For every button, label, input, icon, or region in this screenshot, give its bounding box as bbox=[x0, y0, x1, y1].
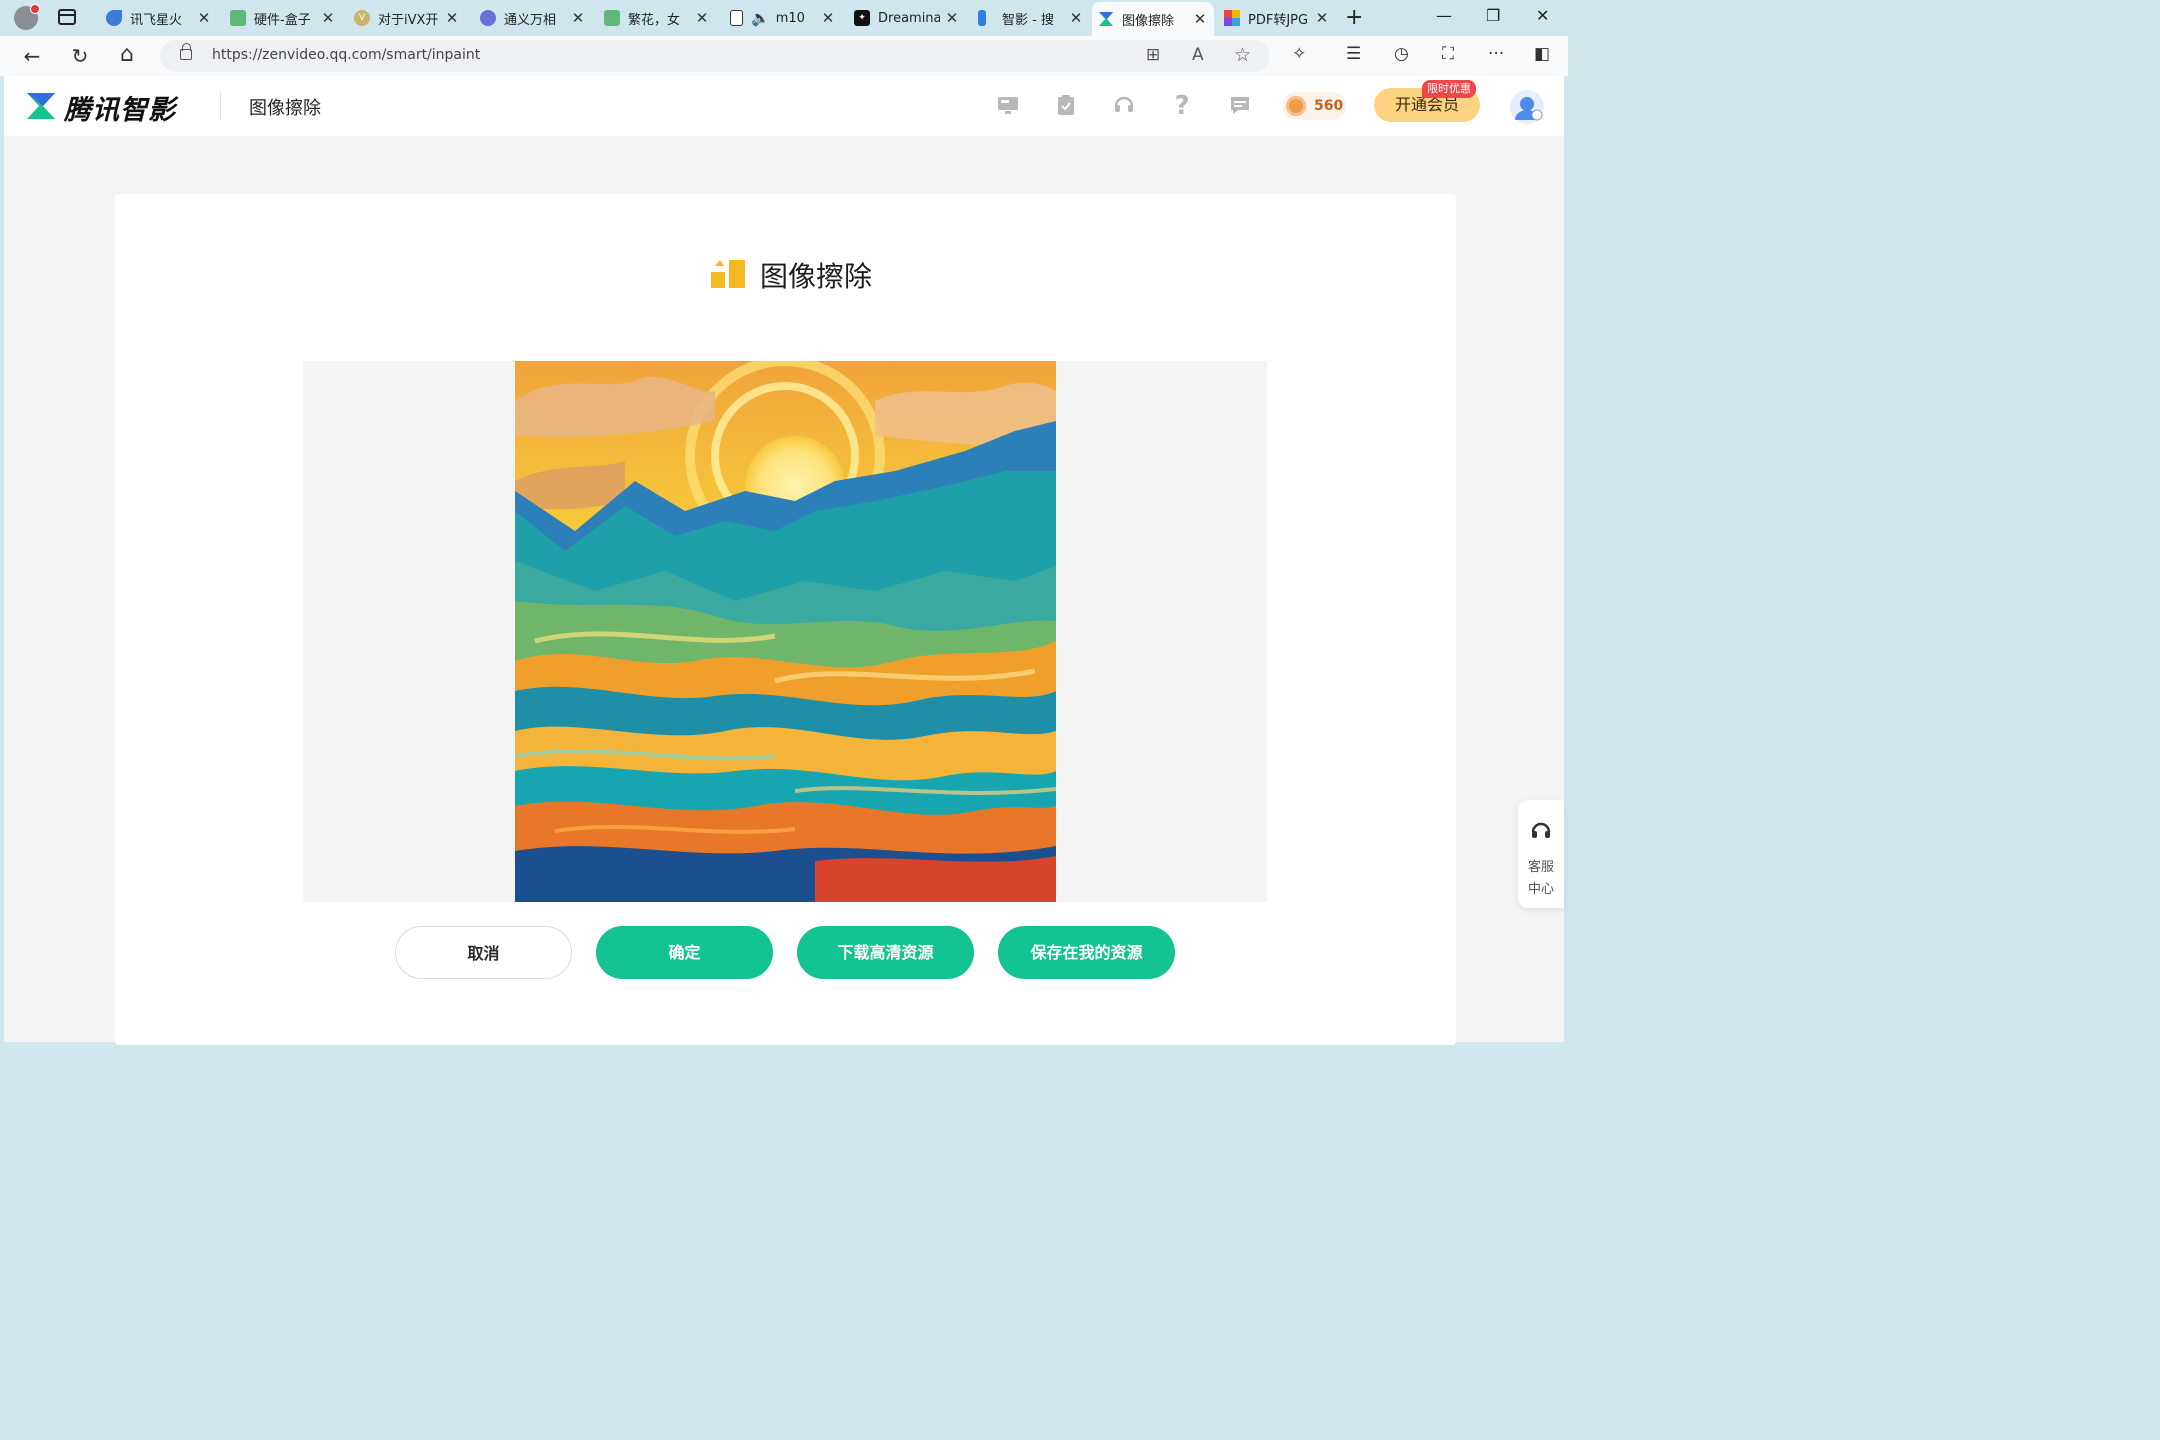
read-aloud-icon[interactable]: A bbox=[1192, 45, 1204, 65]
tab-close-icon[interactable]: ✕ bbox=[570, 9, 586, 27]
url-text[interactable]: https://zenvideo.qq.com/smart/inpaint bbox=[212, 47, 480, 63]
favorites-icon[interactable]: ☰ bbox=[1346, 44, 1361, 64]
screenshot-icon[interactable]: ⛶ bbox=[1442, 44, 1454, 64]
erase-tool-icon bbox=[711, 260, 745, 288]
zhiying-logo-icon[interactable] bbox=[26, 92, 56, 120]
help-icon[interactable]: ? bbox=[1170, 93, 1194, 119]
tab-zhiying-search[interactable]: 智影 - 搜 ✕ bbox=[972, 4, 1090, 32]
tab-favicon-icon bbox=[604, 10, 620, 26]
minimize-button[interactable]: — bbox=[1436, 6, 1452, 25]
more-icon[interactable]: ··· bbox=[1488, 44, 1504, 64]
new-tab-button[interactable]: + bbox=[1345, 5, 1363, 30]
tab-close-icon[interactable]: ✕ bbox=[820, 9, 836, 27]
brand-name[interactable]: 腾讯智影 bbox=[64, 88, 176, 127]
speaker-icon[interactable]: 🔈 bbox=[751, 9, 770, 27]
tab-favicon-icon bbox=[480, 10, 496, 26]
support-label-line2: 中心 bbox=[1527, 882, 1554, 897]
tab-favicon-icon bbox=[978, 10, 986, 26]
tab-fanhua[interactable]: 繁花，女 ✕ bbox=[598, 4, 716, 32]
tab-xunfei[interactable]: 讯飞星火 ✕ bbox=[100, 4, 218, 32]
browser-tab-strip: 讯飞星火 ✕ 硬件-盒子 ✕ V 对于iVX开 ✕ 通义万相 ✕ 繁花，女 ✕ … bbox=[0, 0, 1568, 36]
app-available-icon[interactable]: ⊞ bbox=[1146, 45, 1160, 65]
header-page-title: 图像擦除 bbox=[249, 98, 321, 119]
tab-tongyi[interactable]: 通义万相 ✕ bbox=[474, 4, 592, 32]
close-window-button[interactable]: ✕ bbox=[1536, 6, 1549, 25]
coin-balance[interactable]: 560 bbox=[1282, 92, 1346, 120]
lock-icon[interactable] bbox=[180, 43, 192, 60]
tab-pdf-to-jpg[interactable]: PDF转JPG ✕ bbox=[1218, 4, 1336, 32]
customer-service-panel[interactable]: 客服 中心 bbox=[1518, 800, 1564, 908]
tab-close-icon[interactable]: ✕ bbox=[444, 9, 460, 27]
headset-icon[interactable] bbox=[1112, 94, 1136, 118]
favorite-star-icon[interactable]: ☆ bbox=[1234, 44, 1251, 66]
tab-ivx[interactable]: V 对于iVX开 ✕ bbox=[348, 4, 466, 32]
clipboard-check-icon[interactable] bbox=[1054, 94, 1078, 118]
tab-hardware[interactable]: 硬件-盒子 ✕ bbox=[224, 4, 342, 32]
card-title: 图像擦除 bbox=[760, 260, 873, 293]
tab-close-icon[interactable]: ✕ bbox=[944, 9, 960, 27]
support-label-line1: 客服 bbox=[1527, 860, 1554, 875]
save-to-my-assets-button[interactable]: 保存在我的资源 bbox=[998, 926, 1175, 979]
app-header: 腾讯智影 图像擦除 ? 560 开通会员 限时优惠 bbox=[4, 76, 1564, 136]
monitor-icon[interactable] bbox=[996, 94, 1020, 118]
confirm-button[interactable]: 确定 bbox=[596, 926, 773, 979]
tab-close-icon[interactable]: ✕ bbox=[1314, 9, 1330, 27]
address-bar[interactable]: https://zenvideo.qq.com/smart/inpaint ⊞ … bbox=[160, 40, 1270, 72]
headset-icon bbox=[1531, 822, 1551, 838]
download-hd-button[interactable]: 下载高清资源 bbox=[797, 926, 974, 979]
tab-close-icon[interactable]: ✕ bbox=[694, 9, 710, 27]
document-icon bbox=[730, 10, 743, 26]
restore-button[interactable]: ❐ bbox=[1486, 6, 1500, 25]
reload-icon[interactable]: ↻ bbox=[68, 44, 92, 68]
back-icon[interactable]: ← bbox=[20, 44, 44, 68]
tab-favicon-icon bbox=[230, 10, 246, 26]
tab-close-icon[interactable]: ✕ bbox=[1068, 9, 1084, 27]
sidebar-toggle-icon[interactable]: ◧ bbox=[1534, 44, 1550, 64]
browser-toolbar: ← ↻ ⌂ https://zenvideo.qq.com/smart/inpa… bbox=[0, 36, 1568, 76]
tab-m10[interactable]: 🔈 m10 ✕ bbox=[724, 4, 842, 32]
tab-image-erase[interactable]: 图像擦除 ✕ bbox=[1092, 2, 1214, 36]
extensions-icon[interactable]: ✧ bbox=[1292, 44, 1306, 64]
profile-avatar-icon[interactable] bbox=[14, 4, 40, 30]
coin-icon bbox=[1286, 96, 1306, 116]
tab-favicon-icon: ✦ bbox=[854, 10, 870, 26]
user-avatar[interactable] bbox=[1510, 90, 1544, 124]
tab-close-icon[interactable]: ✕ bbox=[196, 9, 212, 27]
message-icon[interactable] bbox=[1228, 94, 1252, 118]
tab-close-icon[interactable]: ✕ bbox=[320, 9, 336, 27]
tab-close-icon[interactable]: ✕ bbox=[1192, 10, 1208, 28]
tab-favicon-icon bbox=[1098, 11, 1114, 27]
tab-actions-icon[interactable] bbox=[58, 9, 76, 25]
history-icon[interactable]: ◷ bbox=[1394, 44, 1409, 64]
tab-favicon-icon: V bbox=[354, 10, 370, 26]
promo-badge: 限时优惠 bbox=[1422, 80, 1476, 98]
edited-image[interactable] bbox=[515, 361, 1056, 902]
tab-favicon-icon bbox=[106, 10, 122, 26]
cancel-button[interactable]: 取消 bbox=[395, 926, 572, 979]
tab-favicon-icon bbox=[1224, 10, 1240, 26]
tab-dreamina[interactable]: ✦ Dreamina ✕ bbox=[848, 4, 966, 32]
home-icon[interactable]: ⌂ bbox=[115, 42, 139, 67]
